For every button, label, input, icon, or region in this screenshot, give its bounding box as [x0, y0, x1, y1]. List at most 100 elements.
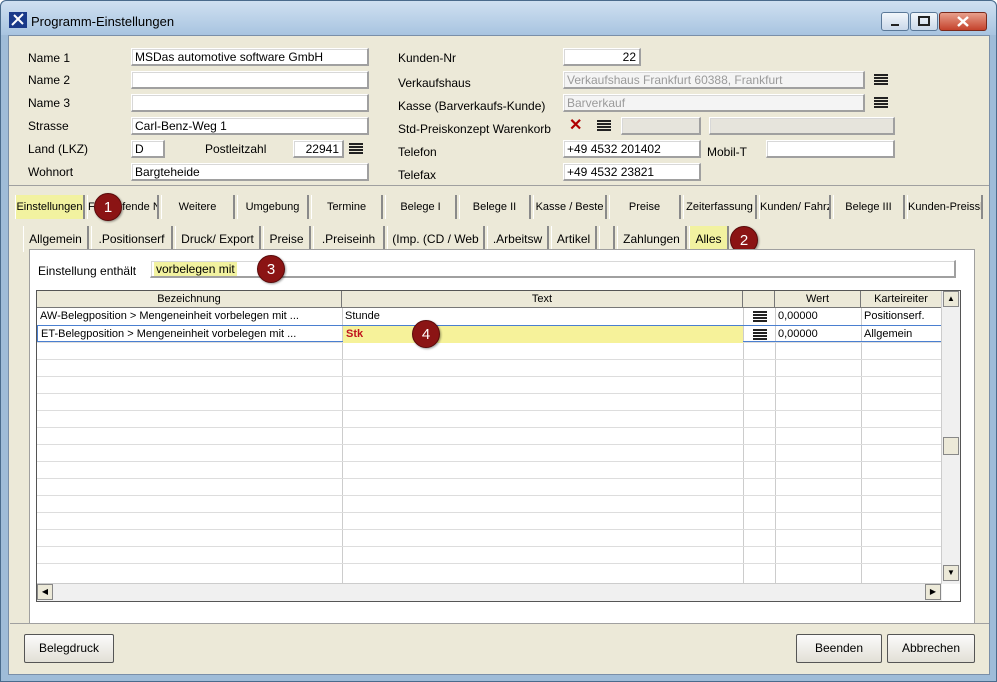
- tab-kunden-fahrz[interactable]: Kunden/ Fahrz: [759, 195, 831, 219]
- badge-3: 3: [257, 255, 285, 283]
- mobil-field[interactable]: [766, 140, 895, 158]
- plz-label: Postleitzahl: [205, 142, 267, 156]
- close-button[interactable]: [939, 12, 987, 31]
- tab-kasse[interactable]: Kasse / Beste: [533, 195, 607, 219]
- tab-belege-2[interactable]: Belege II: [459, 195, 531, 219]
- grid-hline: [37, 461, 942, 462]
- row2-karteireiter[interactable]: Allgemein: [861, 326, 942, 343]
- scroll-down-icon[interactable]: ▼: [943, 565, 959, 581]
- grid-hline: [37, 376, 942, 377]
- col-wert[interactable]: Wert: [775, 291, 861, 308]
- row2-list-cell[interactable]: [747, 326, 775, 343]
- row1-list-cell[interactable]: [747, 308, 775, 325]
- tab-einstellungen[interactable]: Einstellungen: [15, 195, 85, 219]
- horizontal-scrollbar[interactable]: ◀ ▶: [37, 583, 942, 601]
- settings-window: Programm-Einstellungen Name 1 MSDas auto…: [0, 0, 997, 682]
- window-title: Programm-Einstellungen: [31, 14, 175, 29]
- belegdruck-button[interactable]: Belegdruck: [24, 634, 114, 663]
- beenden-button[interactable]: Beenden: [796, 634, 882, 663]
- badge-1: 1: [94, 193, 122, 221]
- plz-list-icon[interactable]: [349, 143, 363, 155]
- list-icon[interactable]: [753, 311, 767, 323]
- grid-vline: [775, 308, 776, 584]
- grid-vline: [861, 308, 862, 584]
- grid-hline: [37, 529, 942, 530]
- name2-field[interactable]: [131, 71, 369, 89]
- maximize-button[interactable]: [910, 12, 938, 31]
- grid-hline: [37, 495, 942, 496]
- vertical-scrollbar[interactable]: ▲ ▼: [941, 291, 960, 584]
- main-tabs: Einstellungen Fortlaufende N Weitere Umg…: [15, 195, 985, 219]
- kundennr-label: Kunden-Nr: [398, 51, 457, 65]
- filter-label: Einstellung enthält: [38, 264, 137, 278]
- telefax-label: Telefax: [398, 168, 437, 182]
- scroll-up-icon[interactable]: ▲: [943, 291, 959, 307]
- settings-grid: Bezeichnung Text Wert Karteireiter AW-Be…: [36, 290, 961, 602]
- grid-vline: [743, 308, 744, 584]
- minimize-button[interactable]: [881, 12, 909, 31]
- row2-bezeichnung[interactable]: ET-Belegposition > Mengeneinheit vorbele…: [38, 326, 343, 343]
- scroll-thumb[interactable]: [943, 437, 959, 455]
- tab-termine[interactable]: Termine: [311, 195, 383, 219]
- name3-field[interactable]: [131, 94, 369, 112]
- preiskonzept-field-2[interactable]: [709, 117, 895, 135]
- verkaufshaus-label: Verkaufshaus: [398, 76, 471, 90]
- tab-umgebung[interactable]: Umgebung: [237, 195, 309, 219]
- table-row[interactable]: ET-Belegposition > Mengeneinheit vorbele…: [37, 325, 942, 343]
- name2-label: Name 2: [28, 73, 71, 87]
- tab-kunden-preissl[interactable]: Kunden-Preissl: [907, 195, 983, 219]
- grid-hline: [37, 393, 942, 394]
- minimize-icon: [891, 24, 899, 26]
- grid-hline: [37, 563, 942, 564]
- col-text[interactable]: Text: [342, 291, 743, 308]
- abbrechen-button[interactable]: Abbrechen: [887, 634, 975, 663]
- tab-preise[interactable]: Preise: [609, 195, 681, 219]
- telefax-field[interactable]: +49 4532 23821: [563, 163, 701, 181]
- plz-field[interactable]: 22941: [293, 140, 344, 158]
- strasse-label: Strasse: [28, 119, 69, 133]
- badge-4: 4: [412, 320, 440, 348]
- row1-wert[interactable]: 0,00000: [775, 308, 861, 325]
- name1-field[interactable]: MSDas automotive software GmbH: [131, 48, 369, 66]
- grid-hline: [37, 410, 942, 411]
- col-bezeichnung[interactable]: Bezeichnung: [37, 291, 342, 308]
- scroll-left-icon[interactable]: ◀: [37, 584, 53, 600]
- close-icon: [957, 16, 969, 27]
- tab-weitere[interactable]: Weitere: [161, 195, 235, 219]
- list-icon[interactable]: [753, 329, 767, 341]
- kasse-field[interactable]: Barverkauf: [563, 94, 865, 112]
- scroll-right-icon[interactable]: ▶: [925, 584, 941, 600]
- col-karteireiter[interactable]: Karteireiter: [861, 291, 942, 308]
- row2-text[interactable]: Stk: [343, 326, 743, 343]
- kundennr-field[interactable]: 22: [563, 48, 641, 66]
- verkaufshaus-field[interactable]: Verkaufshaus Frankfurt 60388, Frankfurt: [563, 71, 865, 89]
- grid-hline: [37, 512, 942, 513]
- telefon-field[interactable]: +49 4532 201402: [563, 140, 701, 158]
- preiskonzept-field-1[interactable]: [621, 117, 701, 135]
- grid-hline: [37, 444, 942, 445]
- row1-text[interactable]: Stunde: [342, 308, 743, 325]
- name3-label: Name 3: [28, 96, 71, 110]
- tab-zeiterfassung[interactable]: Zeiterfassung: [683, 195, 757, 219]
- land-label: Land (LKZ): [28, 142, 89, 156]
- preiskonzept-list-icon[interactable]: [597, 120, 611, 132]
- tab-belege-1[interactable]: Belege I: [385, 195, 457, 219]
- button-bar: Belegdruck Beenden Abbrechen: [10, 623, 989, 673]
- row1-bezeichnung[interactable]: AW-Belegposition > Mengeneinheit vorbele…: [37, 308, 342, 325]
- kasse-label: Kasse (Barverkaufs-Kunde): [398, 99, 546, 113]
- tab-belege-3[interactable]: Belege III: [833, 195, 905, 219]
- client-area: Name 1 MSDas automotive software GmbH Na…: [8, 35, 990, 675]
- name1-label: Name 1: [28, 51, 71, 65]
- grid-hline: [37, 546, 942, 547]
- land-field[interactable]: D: [131, 140, 165, 158]
- clear-x-icon[interactable]: ✕: [569, 118, 582, 134]
- kasse-list-icon[interactable]: [874, 97, 888, 109]
- row1-karteireiter[interactable]: Positionserf.: [861, 308, 942, 325]
- col-list[interactable]: [743, 291, 775, 308]
- wohnort-field[interactable]: Bargteheide: [131, 163, 369, 181]
- verkaufshaus-list-icon[interactable]: [874, 74, 888, 86]
- strasse-field[interactable]: Carl-Benz-Weg 1: [131, 117, 369, 135]
- row2-wert[interactable]: 0,00000: [775, 326, 861, 343]
- grid-vline: [342, 308, 343, 584]
- customer-header: Name 1 MSDas automotive software GmbH Na…: [9, 36, 989, 186]
